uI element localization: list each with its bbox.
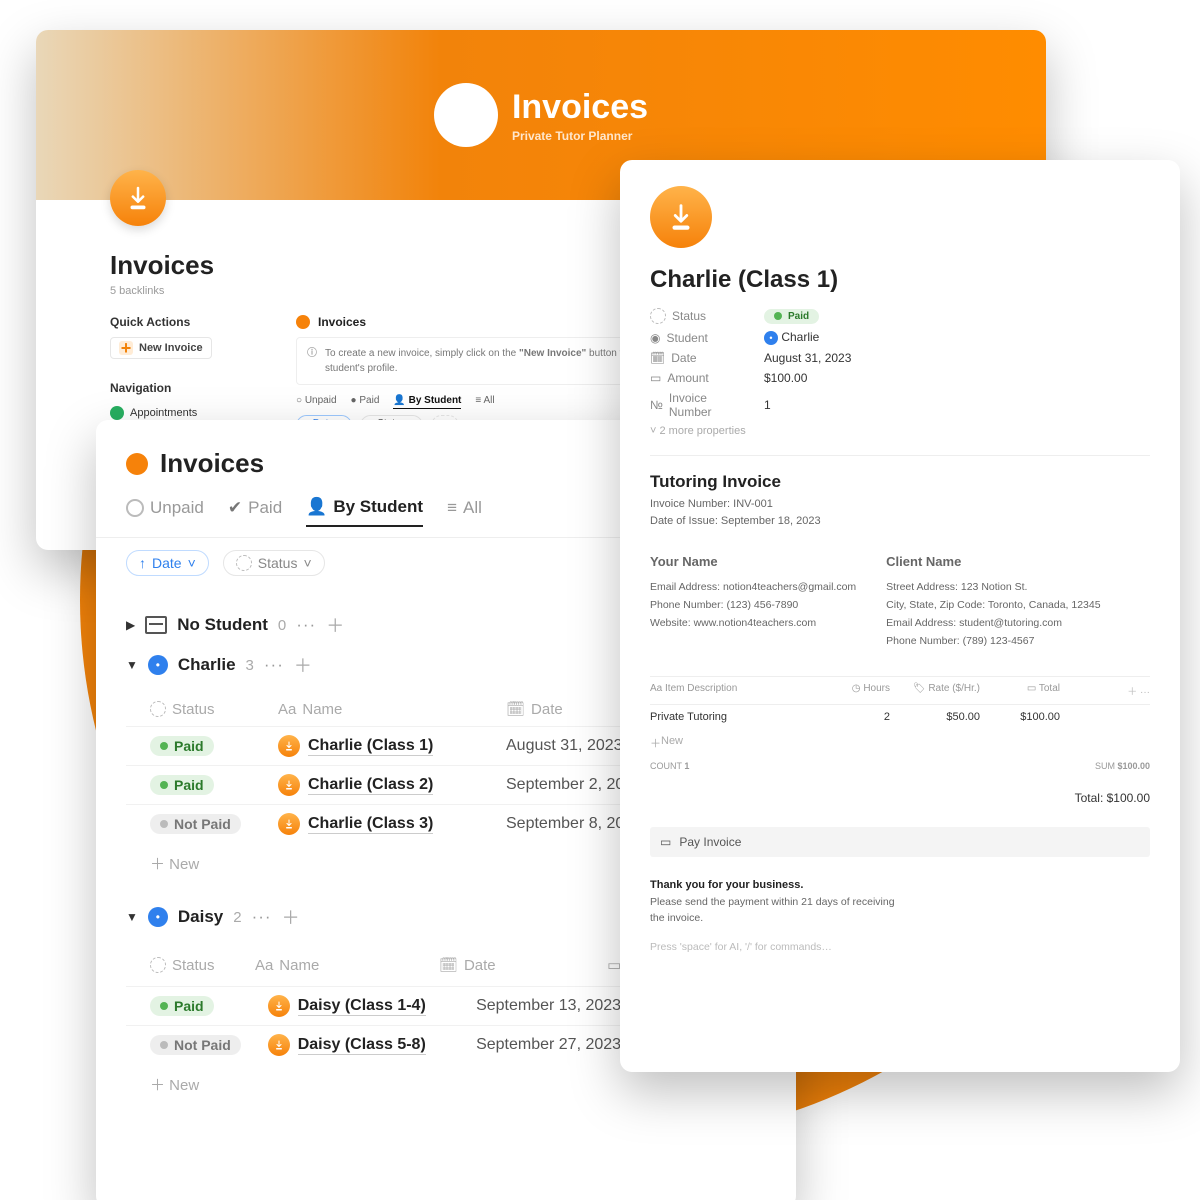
invoice-detail-panel: Charlie (Class 1) StatusPaid ◉ Student• … — [620, 160, 1180, 1072]
person-icon: • — [148, 907, 168, 927]
status-badge: Not Paid — [150, 814, 241, 834]
tab-all[interactable]: ≡All — [447, 498, 482, 526]
cover-subtitle: Private Tutor Planner — [512, 129, 648, 143]
inbox-icon — [145, 616, 167, 634]
add-row-button[interactable]: ＋ — [282, 904, 300, 930]
tab-bystudent[interactable]: 👤 By Student — [393, 395, 461, 409]
new-row-button[interactable]: ＋ New — [650, 729, 1150, 757]
table-row[interactable]: Private Tutoring2$50.00$100.00 — [650, 705, 1150, 729]
status-icon — [650, 308, 666, 324]
filter-status[interactable]: Status ˅ — [223, 550, 325, 576]
more-properties[interactable]: ˅ 2 more properties — [650, 425, 1150, 437]
navigation-heading: Navigation — [110, 381, 270, 395]
db-title[interactable]: Invoices — [160, 448, 264, 479]
doc-heading: Tutoring Invoice — [650, 472, 1150, 492]
more-icon[interactable]: ··· — [252, 907, 272, 927]
line-items-table: Aa Item Description◷ Hours🏷 Rate ($/Hr.)… — [650, 676, 1150, 771]
dot-icon — [296, 315, 310, 329]
status-badge: Paid — [150, 736, 214, 756]
person-icon: • — [764, 331, 778, 345]
tab-all[interactable]: ≡ All — [475, 395, 494, 409]
add-row-button[interactable]: ＋ — [294, 652, 312, 678]
status-badge: Paid — [150, 775, 214, 795]
circle-icon — [126, 499, 144, 517]
invoice-title[interactable]: Charlie (Class 1) — [650, 266, 1150, 294]
tab-unpaid[interactable]: Unpaid — [126, 498, 204, 526]
list-icon: ≡ — [447, 498, 457, 518]
dot-icon — [126, 453, 148, 475]
page-icon[interactable] — [110, 170, 166, 226]
calendar-icon — [110, 406, 124, 420]
quick-actions-heading: Quick Actions — [110, 315, 270, 329]
download-icon — [434, 83, 498, 147]
more-icon[interactable]: ··· — [264, 655, 284, 675]
tab-paid[interactable]: ● Paid — [351, 395, 380, 409]
tab-unpaid[interactable]: ○ Unpaid — [296, 395, 337, 409]
download-icon — [650, 186, 712, 248]
download-icon — [278, 774, 300, 796]
ai-hint[interactable]: Press 'space' for AI, '/' for commands… — [650, 941, 1150, 953]
status-badge[interactable]: Paid — [764, 309, 819, 324]
your-info: Your Name Email Address: notion4teachers… — [650, 551, 856, 650]
info-icon: ⓘ — [307, 346, 317, 376]
person-icon: • — [148, 655, 168, 675]
tab-paid[interactable]: ✔Paid — [228, 498, 282, 526]
status-icon — [236, 555, 252, 571]
new-invoice-button[interactable]: +New Invoice — [110, 337, 212, 359]
chevron-down-icon: ▼ — [126, 658, 138, 672]
person-icon: 👤 — [306, 497, 327, 517]
chevron-right-icon: ▶ — [126, 618, 135, 632]
add-row-button[interactable]: ＋ — [326, 612, 344, 638]
client-info: Client Name Street Address: 123 Notion S… — [886, 551, 1100, 650]
db-title[interactable]: Invoices — [318, 315, 366, 329]
download-icon — [278, 813, 300, 835]
chevron-down-icon: ▼ — [126, 910, 138, 924]
status-icon — [150, 701, 166, 717]
cover-title: Invoices — [512, 88, 648, 127]
sort-date[interactable]: ↑ Date ˅ — [126, 550, 209, 576]
tab-bystudent[interactable]: 👤By Student — [306, 497, 423, 527]
more-icon[interactable]: ··· — [296, 615, 316, 635]
pay-invoice-button[interactable]: ▭ Pay Invoice — [650, 827, 1150, 857]
download-icon — [278, 735, 300, 757]
invoice-total: Total: $100.00 — [650, 791, 1150, 805]
